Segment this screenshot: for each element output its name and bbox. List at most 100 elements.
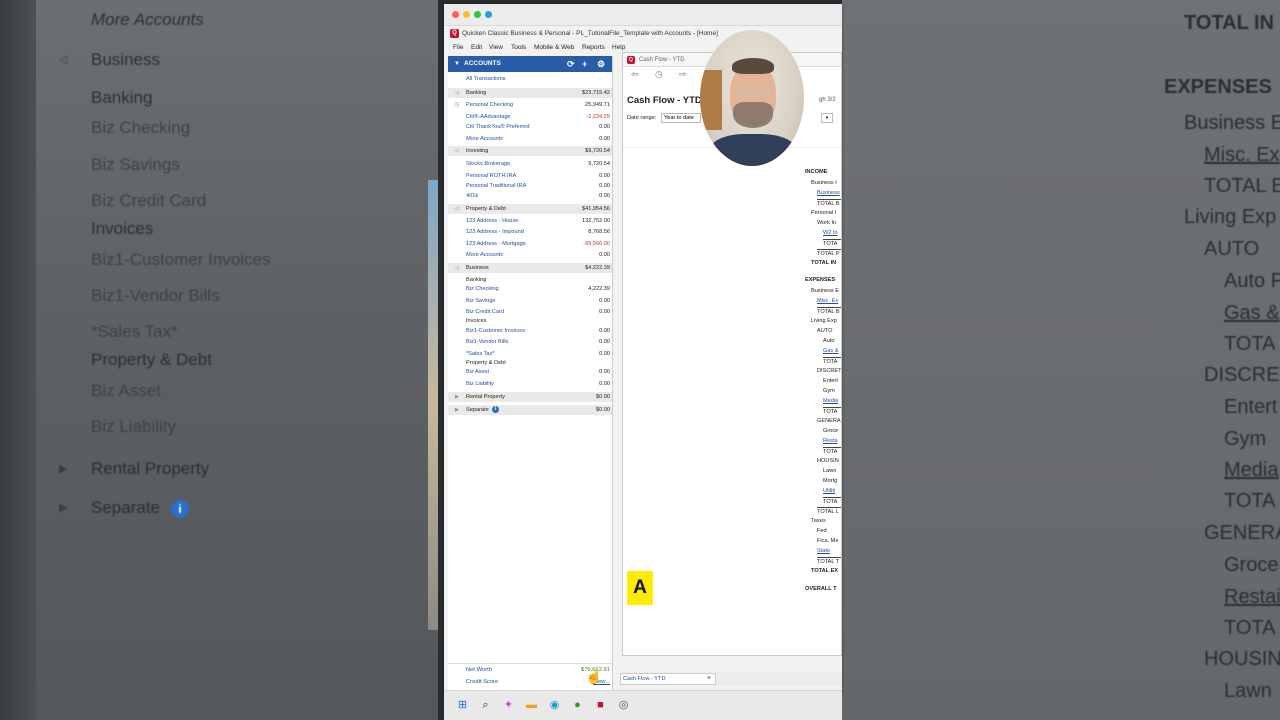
account-group-row[interactable]: ▶ Separate i $0.00 — [448, 405, 612, 415]
account-balance: $0.00 — [596, 394, 610, 400]
report-line: OVERALL T — [805, 586, 837, 592]
all-transactions[interactable]: All Transactions — [448, 74, 612, 84]
collapse-triangle-icon[interactable]: ▼ — [454, 56, 460, 72]
account-row[interactable]: Biz Liability 0.00 — [448, 379, 612, 389]
account-row[interactable]: Stocks Brokerage 9,720.54 — [448, 159, 612, 169]
menu-reports[interactable]: Reports — [582, 44, 605, 51]
collapse-triangle-icon[interactable]: ◁ — [455, 204, 459, 214]
report-line[interactable]: W2 In — [823, 229, 838, 237]
account-row[interactable]: Biz Asset 0.00 — [448, 367, 612, 377]
account-row[interactable]: Biz1-Vendor Bills 0.00 — [448, 337, 612, 347]
account-row[interactable]: Biz1-Customer Invoices 0.00 — [448, 326, 612, 336]
left-zoom-item: Biz Checking — [91, 118, 191, 137]
account-group-row[interactable]: ◁ Property & Debt $41,954.56 — [448, 204, 612, 214]
quickbooks-icon[interactable]: ● — [571, 699, 584, 712]
account-group-row[interactable]: ◁ Business $4,222.39 — [448, 263, 612, 273]
close-dot-icon[interactable] — [452, 11, 459, 18]
account-row[interactable]: Citi ThankYou® Preferred 0.00 — [448, 122, 612, 132]
file-explorer-icon[interactable]: ▬ — [525, 699, 538, 712]
right-zoom-item: Restai — [1224, 586, 1280, 608]
right-zoom-item: Living Exp — [1184, 206, 1277, 228]
account-balance: 0.00 — [599, 381, 610, 387]
accounts-header[interactable]: ▼ ACCOUNTS ⟳ + ⚙ — [448, 56, 612, 72]
account-group-row[interactable]: ◁ Investing $9,720.54 — [448, 146, 612, 156]
report-line: TOTAL B — [817, 307, 841, 316]
account-row[interactable]: Personal ROTH IRA 0.00 — [448, 171, 612, 181]
expand-triangle-icon[interactable]: ▶ — [455, 392, 459, 402]
account-row[interactable]: More Accounts 0.00 — [448, 250, 612, 260]
account-balance: 0.00 — [599, 252, 610, 258]
close-icon[interactable]: × — [707, 674, 711, 684]
account-group-row[interactable]: ◁ Banking $23,715.42 — [448, 88, 612, 98]
app-icon[interactable]: ◎ — [617, 699, 630, 712]
refresh-icon[interactable]: ⟳ — [567, 56, 575, 72]
account-name: Biz Checking — [466, 286, 499, 292]
menu-tools[interactable]: Tools — [511, 44, 526, 51]
menu-view[interactable]: View — [489, 44, 503, 51]
account-balance: 0.00 — [599, 136, 610, 142]
copilot-icon[interactable]: ✦ — [502, 699, 515, 712]
net-worth-label: Net Worth — [466, 667, 492, 673]
add-account-icon[interactable]: + — [582, 56, 587, 72]
report-line: Taxes — [811, 518, 826, 524]
expand-triangle-icon[interactable]: ▶ — [455, 405, 459, 415]
account-row[interactable]: 123 Address - Mortgage -99,566.00 — [448, 239, 612, 249]
quicken-taskbar-icon[interactable]: ■ — [594, 699, 607, 712]
tab-cash-flow-ytd[interactable]: Cash Flow - YTD × — [620, 673, 716, 685]
menu-file[interactable]: File — [453, 44, 463, 51]
search-icon[interactable]: ⌕ — [479, 699, 492, 712]
zoom-dot-icon[interactable] — [474, 11, 481, 18]
windows-start-icon[interactable]: ⊞ — [456, 699, 469, 712]
report-line[interactable]: Misc. Ex — [817, 297, 838, 305]
right-zoom-item: Gym — [1224, 428, 1267, 450]
info-icon[interactable]: i — [492, 406, 499, 413]
menu-help[interactable]: Help — [612, 44, 625, 51]
menu-mobile-web[interactable]: Mobile & Web — [534, 44, 574, 51]
left-zoom-panel: More Accounts Business ◁ Banking Biz Checkin… — [0, 0, 438, 720]
gear-icon[interactable]: ⚙ — [597, 56, 605, 72]
account-row[interactable]: Personal Checking ◷ 25,949.71 — [448, 100, 612, 110]
menu-edit[interactable]: Edit — [471, 44, 482, 51]
account-balance: $41,954.56 — [582, 206, 610, 212]
left-photo-strip — [428, 180, 438, 630]
collapse-triangle-icon[interactable]: ◁ — [455, 146, 459, 156]
account-row[interactable]: Biz Checking 4,222.39 — [448, 284, 612, 294]
account-name: 123 Address - Impound — [466, 229, 524, 235]
account-row[interactable]: 123 Address - Impound 8,768.56 — [448, 227, 612, 237]
report-line: INCOME — [805, 169, 828, 175]
account-group-row[interactable]: ▶ Rental Property $0.00 — [448, 392, 612, 402]
left-zoom-item: Business ◁ — [59, 50, 160, 69]
minimize-dot-icon[interactable] — [463, 11, 470, 18]
report-line: TOTAL IN — [811, 260, 837, 266]
report-line[interactable]: Media — [823, 397, 838, 405]
account-row[interactable]: Biz Savings 0.00 — [448, 296, 612, 306]
forward-arrow-icon[interactable]: ⇨ — [679, 69, 687, 80]
history-icon[interactable]: ◷ — [655, 69, 663, 80]
date-range-select[interactable]: Year to date — [661, 113, 701, 123]
collapse-triangle-icon[interactable]: ◁ — [455, 263, 459, 273]
account-balance: 4,222.39 — [588, 286, 610, 292]
presenter-hair — [732, 58, 774, 74]
report-line[interactable]: Resta — [823, 437, 838, 445]
date-range-label: Date range: — [627, 115, 657, 121]
back-arrow-icon[interactable]: ⇦ — [631, 69, 639, 80]
account-row[interactable]: 123 Address - House 132,752.00 — [448, 216, 612, 226]
report-line[interactable]: Business — [817, 189, 840, 197]
report-line[interactable]: Gas & — [823, 347, 839, 355]
left-zoom-item: Biz1-Customer Invoices — [91, 250, 271, 269]
collapse-triangle-icon[interactable]: ◁ — [455, 88, 459, 98]
fullscreen-dot-icon[interactable] — [485, 11, 492, 18]
report-line[interactable]: State — [817, 547, 830, 555]
account-row[interactable]: Personal Traditional IRA 0.00 — [448, 181, 612, 191]
report-line: TOTAL EX — [811, 568, 839, 574]
account-row[interactable]: 401k 0.00 — [448, 191, 612, 201]
right-zoom-item: TOTA — [1224, 333, 1276, 355]
account-row[interactable]: Invoices — [448, 316, 612, 326]
presenter-shirt — [710, 134, 796, 166]
account-row[interactable]: Citi®-AAdvantage -2,234.29 — [448, 112, 612, 122]
chevron-down-icon[interactable]: ▾ — [821, 113, 833, 123]
edge-browser-icon[interactable]: ◉ — [548, 699, 561, 712]
report-line[interactable]: Utiliti — [823, 487, 835, 495]
account-row[interactable]: More Accounts 0.00 — [448, 134, 612, 144]
left-zoom-item: Biz Asset — [91, 381, 161, 400]
